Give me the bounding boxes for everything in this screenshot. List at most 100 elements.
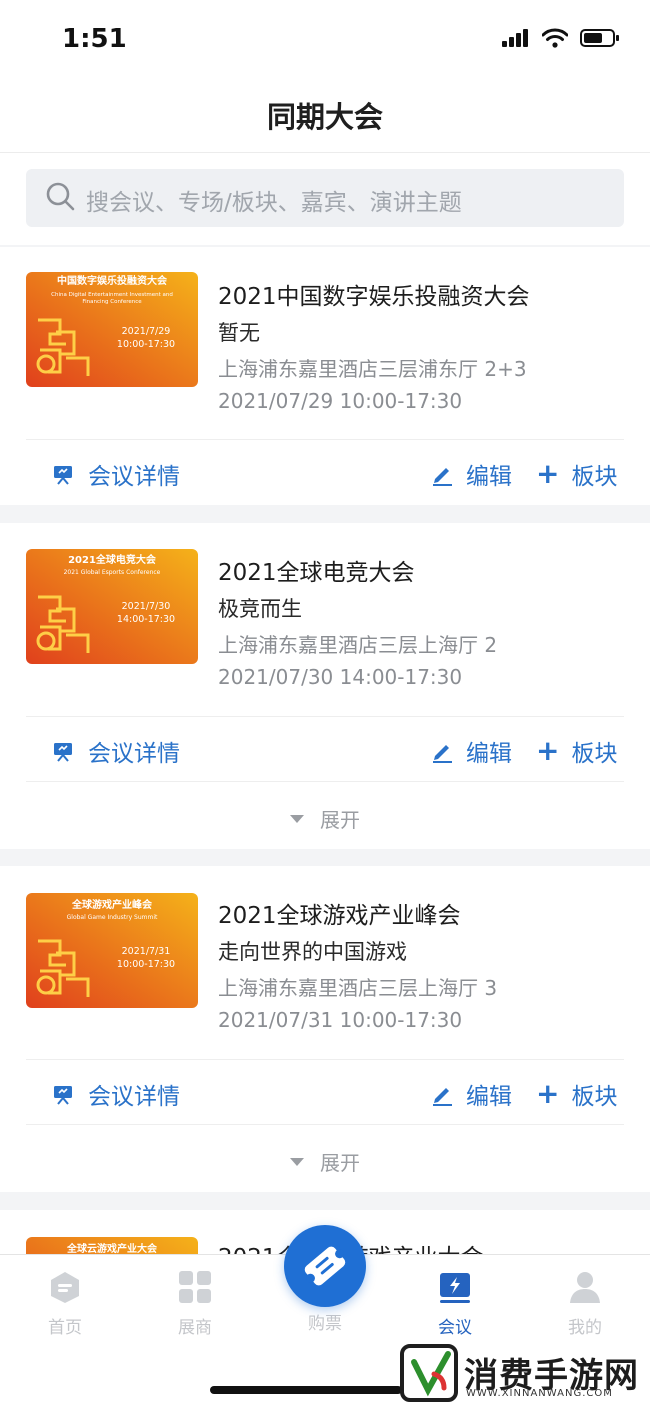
status-time: 1:51: [62, 24, 127, 54]
home-icon: [51, 1272, 79, 1303]
thumb-date: 2021/7/29: [122, 326, 171, 337]
pencil-icon: [433, 745, 452, 763]
plus-icon: +: [536, 734, 560, 767]
conference-subtitle: 极竞而生: [218, 597, 302, 621]
thumb-time: 14:00-17:30: [117, 614, 175, 625]
meeting-details-button[interactable]: 会议详情: [52, 734, 180, 768]
wifi-icon: [542, 28, 568, 48]
conference-thumbnail[interactable]: 全球游戏产业峰会 Global Game Industry Summit 202…: [26, 893, 198, 1008]
add-section-label: 板块: [571, 741, 618, 767]
tab-label: 展商: [178, 1318, 212, 1338]
home-indicator: [210, 1386, 402, 1394]
search-section: 搜会议、专场/板块、嘉宾、演讲主题: [0, 153, 650, 245]
conference-thumbnail[interactable]: 中国数字娱乐投融资大会 China Digital Entertainment …: [26, 272, 198, 387]
status-icons: [502, 28, 620, 48]
presentation-icon: [54, 466, 72, 485]
tab-meetings[interactable]: 会议: [405, 1269, 505, 1338]
caret-down-icon: [290, 814, 304, 823]
conference-card: 中国数字娱乐投融资大会 China Digital Entertainment …: [0, 247, 650, 505]
caret-down-icon: [290, 1157, 304, 1166]
edit-button[interactable]: 编辑: [430, 457, 512, 491]
search-input[interactable]: 搜会议、专场/板块、嘉宾、演讲主题: [26, 169, 624, 227]
thumb-subtitle: Global Game Industry Summit: [67, 914, 158, 921]
divider: [26, 716, 624, 717]
nav-header: 同期大会: [0, 80, 650, 153]
cellular-signal-icon: [502, 29, 528, 47]
conference-title[interactable]: 2021全球游戏产业峰会: [218, 896, 461, 930]
pencil-icon: [433, 468, 452, 486]
thumb-date: 2021/7/31: [122, 946, 171, 957]
user-icon: [570, 1272, 600, 1303]
tab-profile[interactable]: 我的: [535, 1269, 635, 1338]
ticket-icon: [304, 1246, 346, 1286]
meeting-details-label: 会议详情: [88, 1084, 180, 1110]
grid-icon: [179, 1271, 211, 1303]
conference-card: 2021全球电竞大会 2021 Global Esports Conferenc…: [0, 523, 650, 849]
thumb-time: 10:00-17:30: [117, 959, 175, 970]
conference-location: 上海浦东嘉里酒店三层浦东厅 2+3: [218, 357, 527, 381]
add-section-label: 板块: [571, 1084, 618, 1110]
edit-button[interactable]: 编辑: [430, 734, 512, 768]
edit-label: 编辑: [466, 741, 512, 767]
add-section-label: 板块: [571, 464, 618, 490]
watermark-url: WWW.XINNANWANG.COM: [466, 1388, 613, 1399]
expand-label: 展开: [320, 808, 360, 832]
card-actions: 会议详情 编辑 + 板块: [0, 720, 650, 780]
card-actions: 会议详情 编辑 + 板块: [0, 443, 650, 503]
edit-button[interactable]: 编辑: [430, 1077, 512, 1111]
watermark: 消费手游网 WWW.XINNANWANG.COM: [400, 1344, 648, 1404]
meeting-icon: [440, 1273, 470, 1303]
thumb-date: 2021/7/30: [122, 601, 171, 612]
meeting-details-label: 会议详情: [88, 741, 180, 767]
conference-location: 上海浦东嘉里酒店三层上海厅 3: [218, 976, 498, 1000]
conference-subtitle: 暂无: [218, 321, 260, 345]
card-actions: 会议详情 编辑 + 板块: [0, 1063, 650, 1123]
buy-ticket-fab[interactable]: [284, 1225, 366, 1307]
thumb-title: 2021全球电竞大会: [68, 553, 156, 566]
search-icon: [46, 182, 75, 211]
conference-card: 全球游戏产业峰会 Global Game Industry Summit 202…: [0, 866, 650, 1192]
conference-subtitle: 走向世界的中国游戏: [218, 940, 407, 964]
tab-label: 我的: [568, 1318, 602, 1338]
thumb-title: 全球游戏产业峰会: [71, 898, 152, 911]
edit-label: 编辑: [466, 464, 512, 490]
conference-location: 上海浦东嘉里酒店三层上海厅 2: [218, 633, 498, 657]
meeting-details-label: 会议详情: [88, 464, 180, 490]
page-title: 同期大会: [266, 100, 383, 134]
edit-label: 编辑: [466, 1084, 512, 1110]
conference-title[interactable]: 2021中国数字娱乐投融资大会: [218, 277, 530, 311]
pencil-icon: [433, 1088, 452, 1106]
meeting-details-button[interactable]: 会议详情: [52, 457, 180, 491]
divider: [26, 1059, 624, 1060]
thumb-subtitle: 2021 Global Esports Conference: [64, 569, 161, 576]
tab-home[interactable]: 首页: [15, 1269, 115, 1338]
meeting-details-button[interactable]: 会议详情: [52, 1077, 180, 1111]
conference-thumbnail[interactable]: 全球云游戏产业大会: [26, 1237, 198, 1254]
conference-datetime: 2021/07/29 10:00-17:30: [218, 389, 463, 413]
add-section-button[interactable]: + 板块: [536, 734, 617, 768]
expand-button[interactable]: 展开: [0, 1125, 650, 1195]
thumb-title: 中国数字娱乐投融资大会: [57, 274, 167, 287]
status-bar: 1:51: [0, 0, 650, 80]
tab-label: 购票: [308, 1314, 342, 1334]
expand-button[interactable]: 展开: [0, 782, 650, 852]
presentation-icon: [54, 1086, 72, 1105]
thumb-time: 10:00-17:30: [117, 339, 175, 350]
presentation-icon: [54, 743, 72, 762]
plus-icon: +: [536, 1077, 560, 1110]
plus-icon: +: [536, 457, 560, 490]
tab-label: 会议: [438, 1318, 472, 1338]
conference-thumbnail[interactable]: 2021全球电竞大会 2021 Global Esports Conferenc…: [26, 549, 198, 664]
expand-label: 展开: [320, 1151, 360, 1175]
watermark-logo-icon: [400, 1344, 458, 1402]
tab-label: 首页: [48, 1318, 82, 1338]
conference-datetime: 2021/07/31 10:00-17:30: [218, 1008, 463, 1032]
add-section-button[interactable]: + 板块: [536, 457, 617, 491]
battery-icon: [580, 29, 619, 47]
add-section-button[interactable]: + 板块: [536, 1077, 617, 1111]
thumb-subtitle: China Digital Entertainment Investment a…: [51, 292, 173, 298]
thumb-subtitle: Financing Conference: [82, 299, 142, 305]
divider: [26, 439, 624, 440]
conference-title[interactable]: 2021全球电竞大会: [218, 553, 415, 587]
tab-exhibitors[interactable]: 展商: [145, 1269, 245, 1338]
